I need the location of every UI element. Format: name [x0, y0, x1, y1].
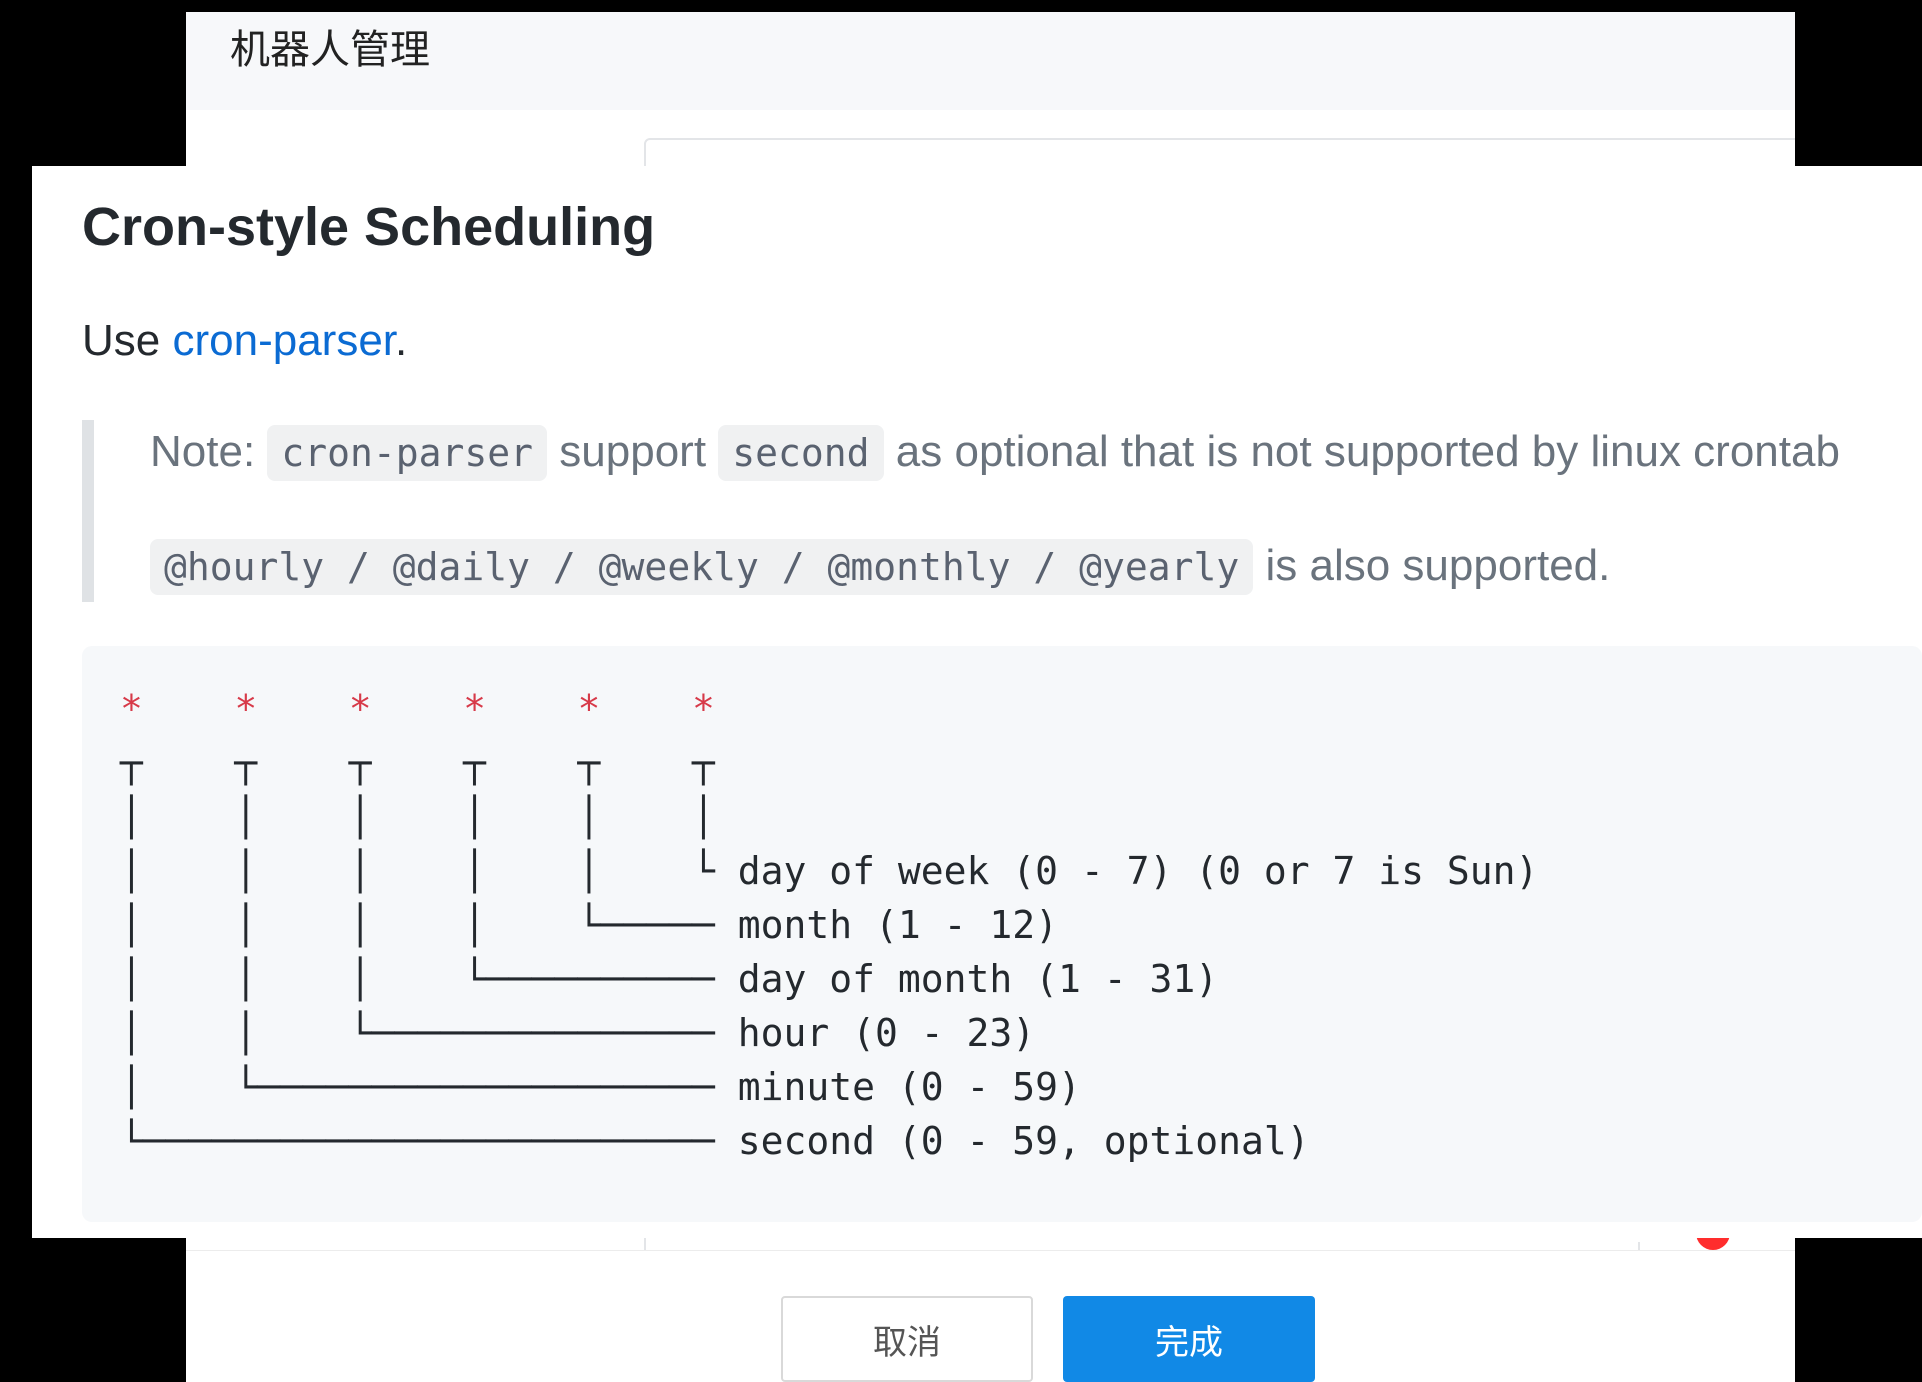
- diagram-line-day-of-week: │ │ │ │ │ └ day of week (0 - 7) (0 or 7 …: [120, 849, 1539, 893]
- dialog-header: 机器人管理: [186, 12, 1795, 110]
- cron-help-panel: Cron-style Scheduling Use cron-parser. N…: [32, 166, 1922, 1238]
- note-blockquote: Note: cron-parser support second as opti…: [82, 420, 1922, 602]
- note-mid: support: [547, 427, 719, 476]
- note-suffix: as optional that is not supported by lin…: [883, 427, 1840, 476]
- cancel-button[interactable]: 取消: [781, 1296, 1033, 1382]
- note-code-cron-parser: cron-parser: [267, 425, 548, 481]
- note-prefix: Note:: [150, 427, 268, 476]
- dialog-title: 机器人管理: [230, 28, 430, 72]
- diagram-line-second: └───────────────────────── second (0 - 5…: [120, 1119, 1310, 1163]
- help-title: Cron-style Scheduling: [82, 197, 656, 257]
- use-suffix: .: [395, 316, 408, 365]
- cron-diagram: * * * * * * ┬ ┬ ┬ ┬ ┬ ┬ │ │ │ │ │ │ │ │ …: [120, 682, 1538, 1168]
- cron-diagram-code-block: * * * * * * ┬ ┬ ┬ ┬ ┬ ┬ │ │ │ │ │ │ │ │ …: [82, 646, 1922, 1222]
- diagram-line-month: │ │ │ │ └───── month (1 - 12): [120, 903, 1058, 947]
- aliases-suffix: is also supported.: [1253, 541, 1611, 590]
- note-code-second: second: [718, 425, 884, 481]
- diagram-line-day-of-month: │ │ │ └────────── day of month (1 - 31): [120, 957, 1219, 1001]
- cron-fields-stars: * * * * * *: [120, 687, 715, 731]
- use-line: Use cron-parser.: [82, 316, 407, 366]
- diagram-line: │ │ │ │ │ │: [120, 795, 715, 839]
- diagram-line-minute: │ └──────────────────── minute (0 - 59): [120, 1065, 1081, 1109]
- cron-parser-link[interactable]: cron-parser: [172, 316, 395, 365]
- use-prefix: Use: [82, 316, 173, 365]
- diagram-line-hour: │ │ └─────────────── hour (0 - 23): [120, 1011, 1036, 1055]
- aliases-code: @hourly / @daily / @weekly / @monthly / …: [150, 539, 1254, 595]
- note-line: Note: cron-parser support second as opti…: [150, 420, 1840, 485]
- diagram-line: ┬ ┬ ┬ ┬ ┬ ┬: [120, 741, 715, 785]
- confirm-button[interactable]: 完成: [1063, 1296, 1315, 1382]
- aliases-line: @hourly / @daily / @weekly / @monthly / …: [150, 534, 1610, 599]
